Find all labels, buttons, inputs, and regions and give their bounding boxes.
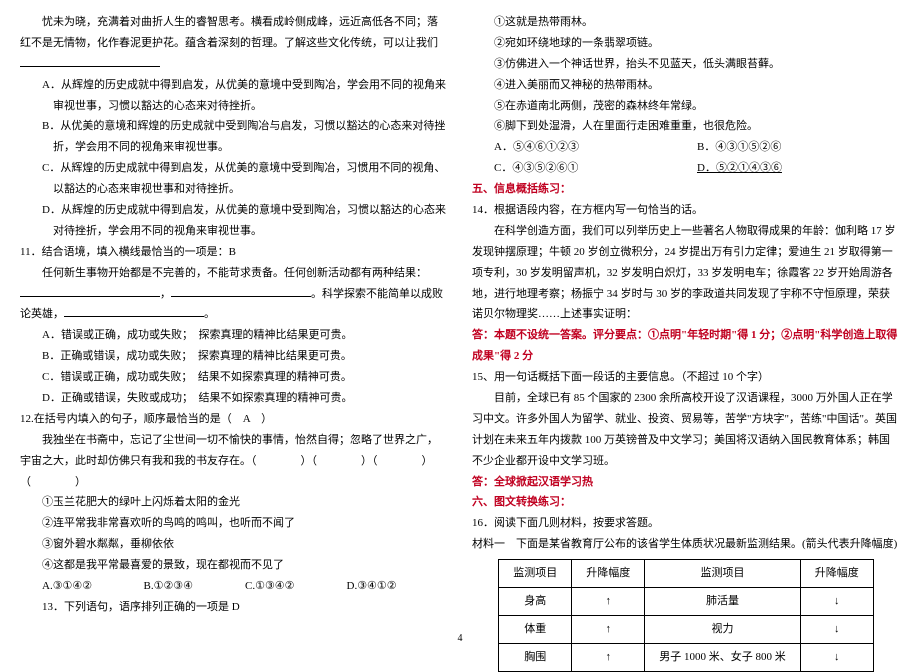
th-1: 监测项目 [499,560,572,588]
th-2: 升降幅度 [572,560,645,588]
section-6-title: 六、图文转换练习： [472,492,900,513]
q13-choices-row1: A．⑤④⑥①②③ B．④③①⑤②⑥ [472,137,900,158]
q12-choice-b: B.①②③④ [144,576,246,597]
table-row: 胸围 ↑ 男子 1000 米、女子 800 米 ↓ [499,643,874,671]
q11-option-d: D．正确或错误，失败或成功； 结果不如探索真理的精神可贵。 [20,388,448,409]
monitoring-table: 监测项目 升降幅度 监测项目 升降幅度 身高 ↑ 肺活量 ↓ 体重 ↑ 视力 ↓… [498,559,874,672]
section-5-title: 五、信息概括练习： [472,179,900,200]
q15-stem: 15、用一句话概括下面一段话的主要信息。（不超过 10 个字） [472,367,900,388]
q14-body: 在科学创造方面，我们可以列举历史上一些著名人物取得成果的年龄：伽利略 17 岁发… [472,221,900,325]
q11-option-c: C．错误或正确，成功或失败； 结果不如探索真理的精神可贵。 [20,367,448,388]
q10-option-d: D．从辉煌的历史成就中得到启发，从优美的意境中受到陶冶，习惯以豁达的心态来对待挫… [20,200,448,242]
q13-line-6: ⑥脚下到处湿滑，人在里面行走困难重重，也很危险。 [472,116,900,137]
q12-choice-d: D.③④①② [347,576,449,597]
left-column: 忧未为晓，充满着对曲折人生的睿智思考。横看成岭侧成峰，远近高低各不同；落红不是无… [0,0,460,654]
q16-stem: 16．阅读下面几则材料，按要求答题。 [472,513,900,534]
q12-choices: A.③①④② B.①②③④ C.①③④② D.③④①② [20,576,448,597]
q13-choice-c: C．④③⑤②⑥① [494,158,697,179]
q11-body: 任何新生事物开始都是不完善的，不能苛求责备。任何创新活动都有两种结果：，。科学探… [20,263,448,326]
q13-line-5: ⑤在赤道南北两侧，茂密的森林终年常绿。 [472,96,900,117]
th-4: 升降幅度 [800,560,873,588]
q12-line-2: ②连平常我非常喜欢听的鸟鸣的鸣叫，也听而不闻了 [20,513,448,534]
q12-line-3: ③窗外碧水粼粼，垂柳依依 [20,534,448,555]
q12-body: 我独坐在书斋中，忘记了尘世间一切不愉快的事情，怡然自得；忽略了世界之广，宇宙之大… [20,430,448,493]
q16-material: 材料一 下面是某省教育厅公布的该省学生体质状况最新监测结果。(箭头代表升降幅度) [472,534,900,555]
q12-choice-c: C.①③④② [245,576,347,597]
q11-stem: 11．结合语境，填入横线最恰当的一项是：B [20,242,448,263]
q12-line-1: ①玉兰花肥大的绿叶上闪烁着太阳的金光 [20,492,448,513]
q11-option-a: A．错误或正确，成功或失败； 探索真理的精神比结果更可贵。 [20,325,448,346]
intro-text: 忧未为晓，充满着对曲折人生的睿智思考。横看成岭侧成峰，远近高低各不同；落红不是无… [20,12,448,75]
q12-choice-a: A.③①④② [42,576,144,597]
q13-line-2: ②宛如环绕地球的一条翡翠项链。 [472,33,900,54]
q10-option-c: C．从辉煌的历史成就中得到启发，从优美的意境中受到陶冶，习惯用不同的视角、以豁达… [20,158,448,200]
q13-line-3: ③仿佛进入一个神话世界，抬头不见蓝天，低头满眼苔藓。 [472,54,900,75]
right-column: ①这就是热带雨林。 ②宛如环绕地球的一条翡翠项链。 ③仿佛进入一个神话世界，抬头… [460,0,920,654]
q12-line-4: ④这都是我平常最喜爱的景致，现在都视而不见了 [20,555,448,576]
th-3: 监测项目 [645,560,801,588]
q14-answer: 答：本题不设统一答案。评分要点：①点明"年轻时期"得 1 分；②点明"科学创造上… [472,325,900,367]
q13-choices-row2: C．④③⑤②⑥① D．⑤②①④③⑥ [472,158,900,179]
q15-body: 目前，全球已有 85 个国家的 2300 余所高校开设了汉语课程，3000 万外… [472,388,900,472]
table-row: 身高 ↑ 肺活量 ↓ [499,588,874,616]
q13-choice-d: D．⑤②①④③⑥ [697,158,900,179]
q15-answer: 答：全球掀起汉语学习热 [472,472,900,493]
q11-option-b: B．正确或错误，成功或失败； 探索真理的精神比结果更可贵。 [20,346,448,367]
q13-choice-a: A．⑤④⑥①②③ [494,137,697,158]
q13-stem: 13．下列语句，语序排列正确的一项是 D [20,597,448,618]
q10-option-a: A．从辉煌的历史成就中得到启发，从优美的意境中受到陶冶，学会用不同的视角来审视世… [20,75,448,117]
table-header-row: 监测项目 升降幅度 监测项目 升降幅度 [499,560,874,588]
q14-stem: 14．根据语段内容，在方框内写一句恰当的话。 [472,200,900,221]
q13-line-1: ①这就是热带雨林。 [472,12,900,33]
q13-line-4: ④进入美丽而又神秘的热带雨林。 [472,75,900,96]
q13-choice-b: B．④③①⑤②⑥ [697,137,900,158]
page-number: 4 [458,629,463,648]
q12-stem: 12.在括号内填入的句子，顺序最恰当的是（ A ） [20,409,448,430]
table-row: 体重 ↑ 视力 ↓ [499,615,874,643]
blank-line [20,56,160,67]
q10-option-b: B．从优美的意境和辉煌的历史成就中受到陶冶与启发，习惯以豁达的心态来对待挫折，学… [20,116,448,158]
